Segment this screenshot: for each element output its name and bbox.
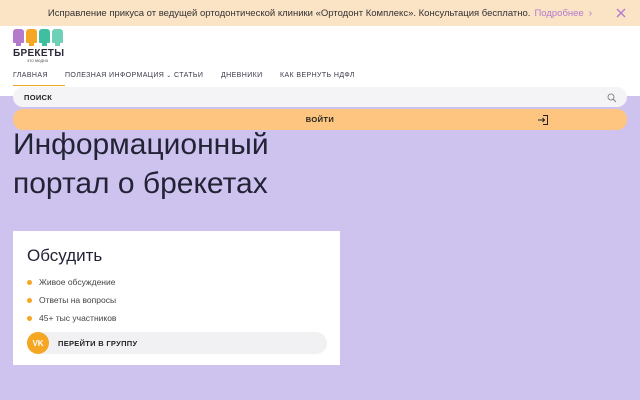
search-input[interactable]: ПОИСК — [13, 87, 627, 107]
promo-banner: Исправление прикуса от ведущей ортодонти… — [0, 0, 640, 26]
join-group-button[interactable]: VK ПЕРЕЙТИ В ГРУППУ — [27, 332, 327, 354]
teeth-logo-icon — [13, 29, 73, 46]
login-icon — [538, 115, 548, 125]
main-nav: ГЛАВНАЯ ПОЛЕЗНАЯ ИНФОРМАЦИЯ ⌄ СТАТЬИ ДНЕВ… — [13, 72, 355, 86]
nav-item-diaries[interactable]: ДНЕВНИКИ — [221, 72, 280, 86]
nav-item-tax-refund[interactable]: КАК ВЕРНУТЬ НДФЛ — [280, 72, 355, 86]
list-item: Живое обсуждение — [27, 273, 116, 291]
card-title: Обсудить — [27, 246, 103, 265]
nav-item-articles[interactable]: СТАТЬИ — [174, 72, 221, 86]
join-group-label: ПЕРЕЙТИ В ГРУППУ — [58, 338, 138, 348]
bullet-icon — [27, 297, 32, 303]
hero-headline: Информационный портал о брекетах — [13, 128, 269, 200]
bullet-icon — [27, 279, 32, 285]
bullet-icon — [27, 315, 32, 321]
list-item: 45+ тыс участников — [27, 309, 116, 327]
close-icon[interactable] — [614, 6, 628, 20]
vk-icon: VK — [27, 332, 49, 354]
site-header: БРЕКЕТЫ это модно ГЛАВНАЯ ПОЛЕЗНАЯ ИНФОР… — [0, 26, 640, 96]
discuss-card: Обсудить Живое обсуждение Ответы на вопр… — [13, 231, 340, 365]
card-list: Живое обсуждение Ответы на вопросы 45+ т… — [27, 273, 116, 327]
promo-text: Исправление прикуса от ведущей ортодонти… — [47, 7, 531, 19]
search-icon[interactable] — [607, 93, 617, 103]
site-logo[interactable]: БРЕКЕТЫ это модно — [13, 29, 73, 71]
login-label: ВОЙТИ — [305, 115, 335, 124]
nav-item-home[interactable]: ГЛАВНАЯ — [13, 72, 65, 86]
chevron-right-icon: › — [588, 7, 593, 19]
search-label: ПОИСК — [24, 92, 53, 102]
list-item: Ответы на вопросы — [27, 291, 116, 309]
promo-more-link[interactable]: Подробнее — [534, 8, 583, 19]
chevron-down-icon: ⌄ — [166, 73, 172, 79]
nav-item-useful-info[interactable]: ПОЛЕЗНАЯ ИНФОРМАЦИЯ ⌄ — [65, 72, 174, 86]
